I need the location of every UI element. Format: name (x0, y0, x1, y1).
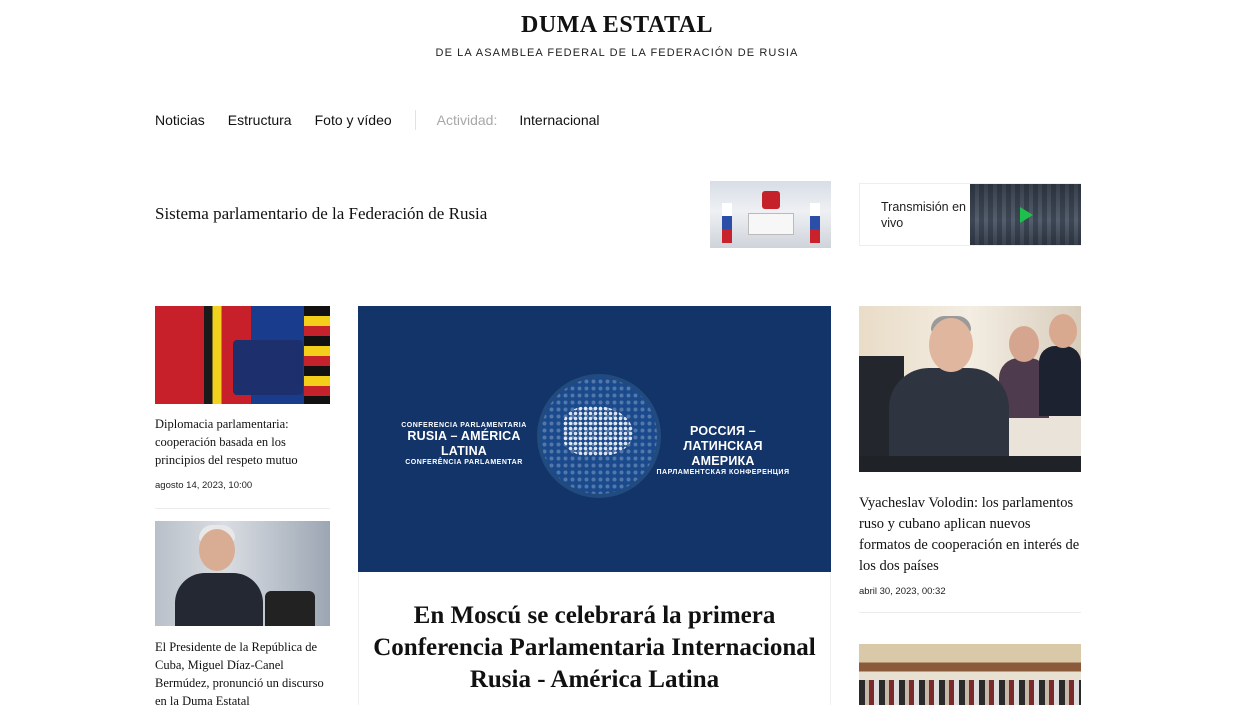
person-head (1009, 326, 1039, 362)
parliamentary-system-image[interactable] (710, 181, 831, 248)
person-head (199, 529, 235, 571)
person-head (929, 318, 973, 372)
news-title[interactable]: Vyacheslav Volodin: los parlamentos ruso… (859, 493, 1084, 577)
nav-item-foto-video[interactable]: Foto y vídeo (315, 112, 392, 128)
site-title[interactable]: DUMA ESTATAL (0, 12, 1234, 39)
feature-banner-image[interactable]: CONFERENCIA PARLAMENTARIA RUSIA – AMÉRIC… (358, 306, 831, 572)
flag-stripes (304, 306, 330, 404)
news-title[interactable]: Diplomacia parlamentaria: cooperación ba… (155, 415, 333, 469)
russian-flag-icon (810, 203, 820, 243)
news-divider (155, 508, 330, 509)
audience (859, 680, 1081, 705)
parliamentary-system-link[interactable]: Sistema parlamentario de la Federación d… (155, 204, 487, 224)
main-nav: Noticias Estructura Foto y vídeo Activid… (155, 110, 623, 130)
news-date: agosto 14, 2023, 10:00 (155, 480, 253, 491)
microphones (265, 591, 315, 626)
person-suit (889, 368, 1009, 468)
banner-big-text: RUSIA – AMÉRICA LATINA (407, 429, 521, 458)
banner-text-russian: РОССИЯ – ЛАТИНСКАЯ АМЕРИКА ПАРЛАМЕНТСКАЯ… (653, 424, 793, 476)
conference-bag (233, 340, 303, 395)
live-stream-label: Transmisión en vivo (881, 200, 966, 230)
russian-flag-icon (722, 203, 732, 243)
coat-of-arms-icon (762, 191, 780, 209)
news-image-diplomacy[interactable] (155, 306, 330, 404)
news-date: abril 30, 2023, 00:32 (859, 586, 946, 597)
banner-small-text: CONFERENCIA PARLAMENTARIA (401, 422, 527, 429)
banner-text-spanish: CONFERENCIA PARLAMENTARIA RUSIA – AMÉRIC… (385, 422, 543, 466)
play-icon (1020, 207, 1033, 223)
person-suit (175, 573, 263, 626)
news-image-cuba-president[interactable] (155, 521, 330, 626)
news-image-volodin[interactable] (859, 306, 1081, 472)
news-image-hall[interactable] (859, 644, 1081, 705)
person-body (1039, 346, 1081, 416)
site-subtitle: DE LA ASAMBLEA FEDERAL DE LA FEDERACIÓN … (435, 47, 799, 59)
live-stream-thumbnail (970, 184, 1081, 245)
news-title[interactable]: El Presidente de la República de Cuba, M… (155, 638, 333, 705)
news-divider (859, 612, 1081, 613)
globe-continents (563, 406, 633, 456)
banner-big-text: РОССИЯ – (690, 424, 756, 438)
live-stream-button[interactable]: Transmisión en vivo (859, 183, 1081, 246)
banner-small-text: ПАРЛАМЕНТСКАЯ КОНФЕРЕНЦИЯ (656, 469, 790, 476)
duma-sign-plate (748, 213, 794, 235)
feature-title[interactable]: En Moscú se celebrará la primera Confere… (360, 600, 829, 696)
nav-item-noticias[interactable]: Noticias (155, 112, 205, 128)
nav-activity-label: Actividad: (436, 112, 498, 128)
nav-divider (414, 110, 416, 130)
nav-item-internacional[interactable]: Internacional (519, 112, 599, 128)
person-head (1049, 314, 1077, 348)
banner-big-text: ЛАТИНСКАЯ АМЕРИКА (683, 439, 763, 468)
desk (859, 456, 1081, 472)
banner-small-text: CONFERÊNCIA PARLAMENTAR (405, 459, 523, 466)
nav-item-estructura[interactable]: Estructura (228, 112, 292, 128)
